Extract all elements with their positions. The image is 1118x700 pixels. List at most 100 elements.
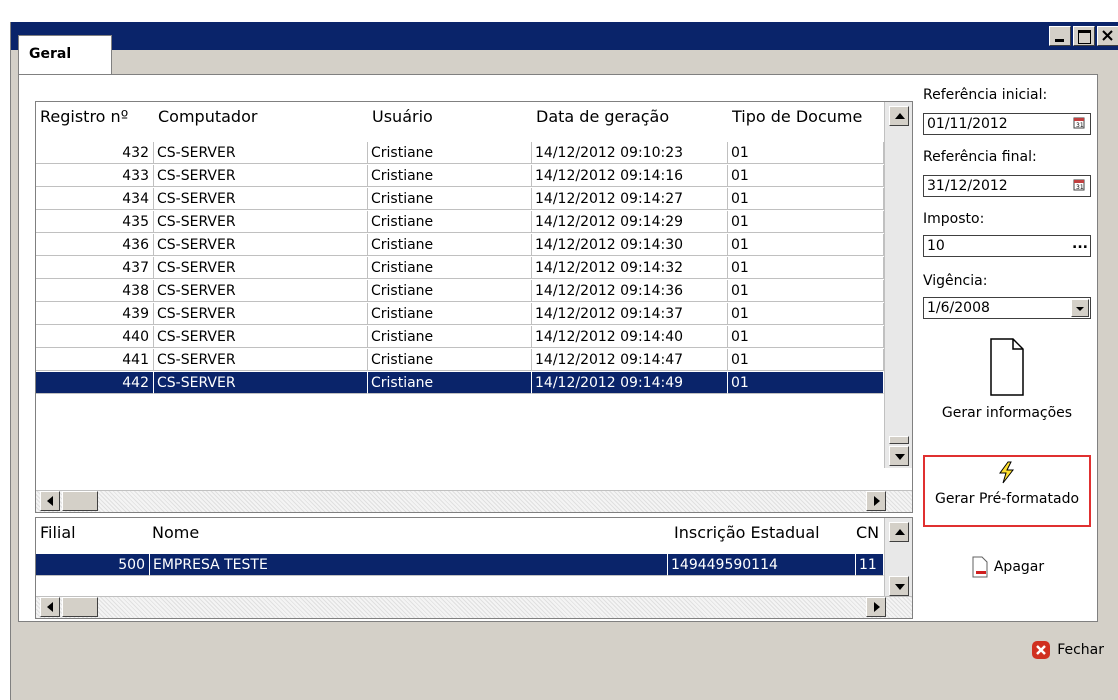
table-cell: 440	[36, 326, 154, 348]
table-row[interactable]: 500 EMPRESA TESTE 149449590114 11	[36, 554, 884, 577]
table-cell: CS-SERVER	[154, 303, 368, 325]
table-cell: CS-SERVER	[154, 326, 368, 348]
calendar-icon[interactable]: 31	[1071, 177, 1089, 195]
gerar-pre-formatado-label: Gerar Pré-formatado	[934, 491, 1080, 507]
table-cell: 438	[36, 280, 154, 302]
scroll-up-button[interactable]	[889, 522, 909, 542]
column-header[interactable]: Registro nº	[40, 102, 158, 132]
table-cell: 14/12/2012 09:14:47	[532, 349, 728, 371]
table-cell: Cristiane	[368, 188, 532, 210]
table-cell: Cristiane	[368, 280, 532, 302]
tab-panel: Registro nº Computador Usuário Data de g…	[18, 74, 1098, 622]
documents-grid[interactable]: Registro nº Computador Usuário Data de g…	[35, 101, 913, 513]
table-cell: CS-SERVER	[154, 211, 368, 233]
scroll-left-button[interactable]	[40, 491, 60, 511]
imposto-field[interactable]: 10 ...	[923, 235, 1091, 257]
table-row[interactable]: 441 CS-SERVER Cristiane 14/12/2012 09:14:47…	[36, 349, 884, 372]
maximize-button[interactable]	[1073, 26, 1095, 46]
tab-label: Geral	[29, 46, 72, 62]
gerar-informacoes-button[interactable]: Gerar informações	[923, 337, 1091, 437]
table-cell: CS-SERVER	[154, 188, 368, 210]
column-header[interactable]: Filial	[40, 518, 140, 548]
scroll-right-button[interactable]	[866, 491, 886, 511]
scroll-left-button[interactable]	[40, 597, 60, 617]
scroll-down-button[interactable]	[889, 446, 909, 466]
horizontal-scrollbar[interactable]	[36, 490, 912, 512]
dropdown-arrow-icon[interactable]	[1071, 299, 1089, 317]
title-bar[interactable]	[11, 22, 1118, 50]
table-cell: CS-SERVER	[154, 142, 368, 164]
calendar-icon[interactable]: 31	[1071, 115, 1089, 133]
ref-inicial-field[interactable]: 01/11/2012 31	[923, 113, 1091, 135]
fechar-button[interactable]: Fechar	[1031, 640, 1104, 660]
table-row[interactable]: 438 CS-SERVER Cristiane 14/12/2012 09:14:36…	[36, 280, 884, 303]
table-cell: Cristiane	[368, 142, 532, 164]
table-cell: CS-SERVER	[154, 280, 368, 302]
table-cell: 01	[728, 142, 884, 164]
document-icon	[990, 338, 1024, 396]
table-cell: 01	[728, 257, 884, 279]
table-cell: Cristiane	[368, 326, 532, 348]
column-header[interactable]: Tipo de Docume	[732, 102, 884, 132]
table-row[interactable]: 433 CS-SERVER Cristiane 14/12/2012 09:14:16…	[36, 165, 884, 188]
table-cell: 14/12/2012 09:14:30	[532, 234, 728, 256]
table-row[interactable]: 442 CS-SERVER Cristiane 14/12/2012 09:14:49…	[36, 372, 884, 395]
vertical-scrollbar[interactable]	[884, 518, 912, 596]
table-cell: 437	[36, 257, 154, 279]
horizontal-scrollbar[interactable]	[36, 596, 912, 618]
scroll-right-button[interactable]	[866, 597, 886, 617]
svg-text:31: 31	[1076, 184, 1084, 191]
svg-text:31: 31	[1076, 122, 1084, 129]
column-header[interactable]: Usuário	[372, 102, 532, 132]
table-cell: 434	[36, 188, 154, 210]
scroll-down-button[interactable]	[889, 576, 909, 596]
tab-geral[interactable]: Geral	[18, 35, 112, 75]
table-row[interactable]: 437 CS-SERVER Cristiane 14/12/2012 09:14:32…	[36, 257, 884, 280]
branches-grid[interactable]: Filial Nome Inscrição Estadual CN 500 EMP…	[35, 517, 913, 619]
table-cell: 01	[728, 165, 884, 187]
table-cell: 14/12/2012 09:14:36	[532, 280, 728, 302]
scroll-up-button[interactable]	[889, 106, 909, 126]
close-circle-icon	[1032, 641, 1051, 659]
apagar-label: Apagar	[993, 559, 1045, 575]
gerar-informacoes-label: Gerar informações	[941, 405, 1073, 421]
table-row[interactable]: 432 CS-SERVER Cristiane 14/12/2012 09:10:23…	[36, 142, 884, 165]
column-header[interactable]: CN	[856, 518, 884, 548]
minimize-button[interactable]	[1049, 26, 1071, 46]
table-row[interactable]: 440 CS-SERVER Cristiane 14/12/2012 09:14:40…	[36, 326, 884, 349]
vigencia-select[interactable]: 1/6/2008	[923, 297, 1091, 319]
column-header[interactable]: Computador	[158, 102, 372, 132]
table-row[interactable]: 439 CS-SERVER Cristiane 14/12/2012 09:14:37…	[36, 303, 884, 326]
table-row[interactable]: 435 CS-SERVER Cristiane 14/12/2012 09:14:29…	[36, 211, 884, 234]
table-cell: 01	[728, 349, 884, 371]
ellipsis-button[interactable]: ...	[1071, 237, 1089, 255]
table-cell: 01	[728, 280, 884, 302]
side-panel: Referência inicial: 01/11/2012 31 Referê…	[915, 75, 1097, 621]
table-cell: Cristiane	[368, 257, 532, 279]
column-header[interactable]: Data de geração	[536, 102, 728, 132]
imposto-label: Imposto:	[923, 211, 985, 227]
vertical-scrollbar[interactable]	[884, 102, 912, 468]
table-cell: CS-SERVER	[154, 234, 368, 256]
table-cell: CS-SERVER	[154, 257, 368, 279]
gerar-pre-formatado-button[interactable]: Gerar Pré-formatado	[923, 455, 1091, 527]
scroll-thumb[interactable]	[62, 597, 98, 617]
table-cell: 01	[728, 372, 884, 394]
table-cell: 11	[856, 554, 884, 576]
close-icon	[1102, 30, 1113, 41]
scroll-thumb[interactable]	[889, 436, 909, 444]
table-cell: 01	[728, 326, 884, 348]
column-header[interactable]: Nome	[152, 518, 552, 548]
table-cell: CS-SERVER	[154, 372, 368, 394]
table-cell: 439	[36, 303, 154, 325]
apagar-button[interactable]: Apagar	[923, 553, 1091, 581]
table-row[interactable]: 434 CS-SERVER Cristiane 14/12/2012 09:14:27…	[36, 188, 884, 211]
table-cell: Cristiane	[368, 303, 532, 325]
table-row[interactable]: 436 CS-SERVER Cristiane 14/12/2012 09:14:30…	[36, 234, 884, 257]
scroll-thumb[interactable]	[62, 491, 98, 511]
column-header[interactable]: Inscrição Estadual	[674, 518, 864, 548]
close-button[interactable]	[1097, 26, 1118, 46]
table-cell: 432	[36, 142, 154, 164]
ref-final-field[interactable]: 31/12/2012 31	[923, 175, 1091, 197]
table-cell: 442	[36, 372, 154, 394]
